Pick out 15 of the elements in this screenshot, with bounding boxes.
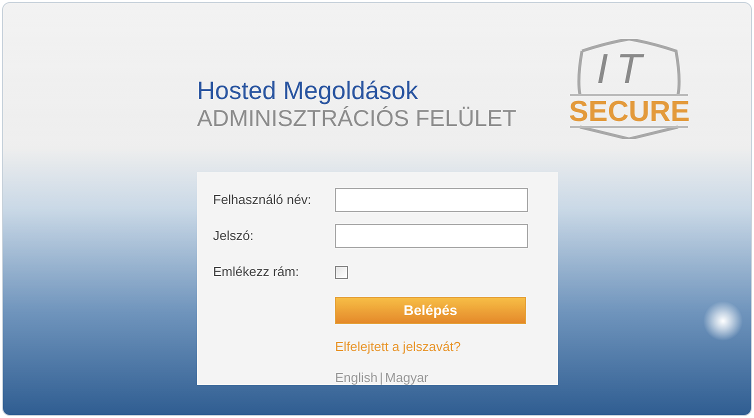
remember-checkbox[interactable] xyxy=(335,266,348,278)
field-label: Felhasználó név: xyxy=(212,191,312,210)
logo-text: IT xyxy=(596,47,650,91)
separator: | xyxy=(380,369,384,387)
app-subtitle: ADMINISZTRÁCIÓS FELÜLET xyxy=(197,105,516,131)
logo-text: SECURE xyxy=(568,97,690,127)
language-link[interactable]: English xyxy=(335,368,378,388)
app-title: Hosted Megoldások xyxy=(197,77,419,105)
forgot-password-link[interactable]: Elfelejtett a jelszavát? xyxy=(335,339,461,354)
field-label: Jelszó: xyxy=(212,227,254,246)
login-button[interactable]: Belépés xyxy=(335,297,526,324)
language-link[interactable]: Magyar xyxy=(385,368,428,388)
username-field[interactable] xyxy=(335,188,528,212)
field-label: Emlékezz rám: xyxy=(212,263,300,282)
password-field[interactable] xyxy=(335,224,528,248)
